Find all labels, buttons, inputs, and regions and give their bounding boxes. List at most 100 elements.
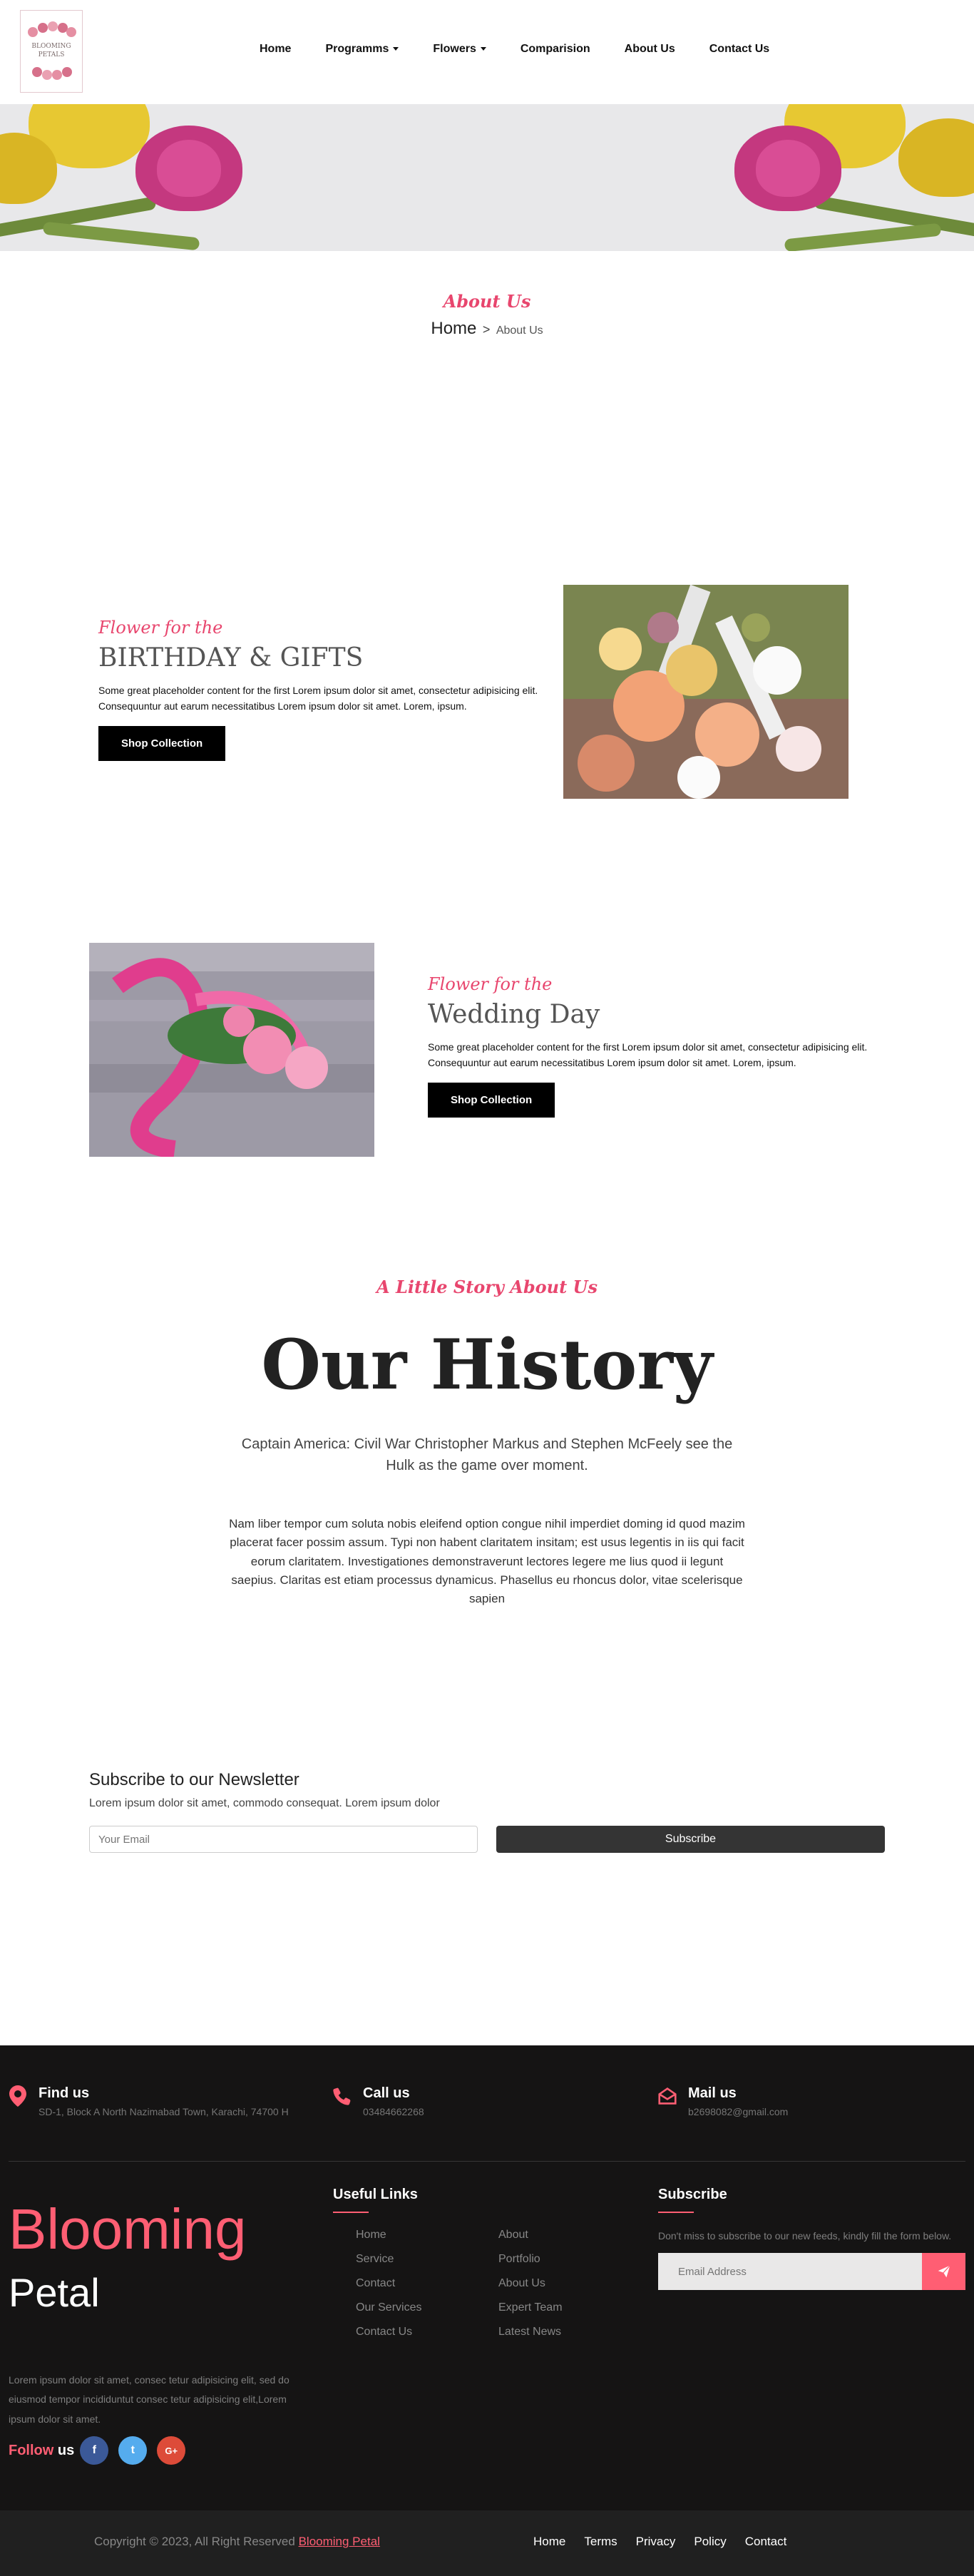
nav-programms-dropdown[interactable]: Programms bbox=[325, 43, 399, 56]
nav-flowers-label: Flowers bbox=[433, 43, 476, 55]
history-section: A Little Story About Us Our History Capt… bbox=[0, 1107, 974, 1770]
feature-body: Some great placeholder content for the f… bbox=[428, 1041, 868, 1069]
contact-title: Call us bbox=[363, 2085, 410, 2101]
about-heading: About Us Home > About Us bbox=[0, 251, 974, 394]
history-lead: Captain America: Civil War Christopher M… bbox=[241, 1436, 733, 1473]
feature-wedding-text: Flower for the Wedding Day Some great pl… bbox=[428, 974, 884, 1118]
shop-collection-button[interactable]: Shop Collection bbox=[428, 1082, 555, 1118]
newsletter-subscribe-button[interactable]: Subscribe bbox=[496, 1826, 885, 1853]
subscribe-text: Don't miss to subscribe to our new feeds… bbox=[658, 2230, 952, 2242]
contact-title: Find us bbox=[39, 2085, 90, 2101]
footer-brand-line1: Blooming bbox=[9, 2197, 247, 2261]
nav-comparision[interactable]: Comparision bbox=[521, 43, 590, 56]
useful-links-title: Useful Links bbox=[333, 2187, 418, 2202]
hero-banner bbox=[0, 104, 974, 251]
newsletter-title: Subscribe to our Newsletter bbox=[89, 1770, 299, 1789]
nav-about-label: About Us bbox=[624, 43, 675, 55]
nav-contact-us[interactable]: Contact Us bbox=[709, 43, 769, 56]
footer-link-contact-us[interactable]: Contact Us bbox=[356, 2326, 498, 2339]
footer-divider bbox=[9, 2161, 965, 2162]
newsletter-form: Subscribe bbox=[89, 1826, 885, 1853]
feature-title: BIRTHDAY & GIFTS bbox=[98, 643, 364, 673]
nav-programms-label: Programms bbox=[325, 43, 389, 55]
footer-link-latest-news[interactable]: Latest News bbox=[498, 2326, 641, 2339]
feature-birthday: Flower for the BIRTHDAY & GIFTS Some gre… bbox=[0, 394, 974, 799]
caret-down-icon bbox=[480, 47, 486, 51]
map-marker-icon bbox=[9, 2085, 26, 2107]
nav-flowers-dropdown[interactable]: Flowers bbox=[433, 43, 486, 56]
main-nav: Home Programms Flowers Comparision About… bbox=[260, 43, 804, 56]
floral-wreath-bottom-icon bbox=[26, 60, 76, 81]
nav-comparision-label: Comparision bbox=[520, 43, 590, 55]
footer-link-expert-team[interactable]: Expert Team bbox=[498, 2301, 641, 2314]
breadcrumb: Home > About Us bbox=[0, 319, 974, 339]
navbar: BLOOMING PETALS Home Programms Flowers C… bbox=[0, 0, 974, 104]
copyright-bar: Copyright © 2023, All Right Reserved Blo… bbox=[0, 2510, 974, 2576]
floral-wreath-icon bbox=[26, 21, 76, 43]
footer-link-about[interactable]: About bbox=[498, 2229, 641, 2242]
newsletter-section: Subscribe to our Newsletter Lorem ipsum … bbox=[0, 1770, 974, 2045]
breadcrumb-separator: > bbox=[482, 322, 491, 337]
footer-subscribe: Subscribe Don't miss to subscribe to our… bbox=[658, 2187, 965, 2290]
contact-text: 03484662268 bbox=[363, 2106, 424, 2117]
footer-link-our-services[interactable]: Our Services bbox=[356, 2301, 498, 2314]
footer-link-about-us[interactable]: About Us bbox=[498, 2277, 641, 2290]
title-underline bbox=[333, 2212, 369, 2213]
caret-down-icon bbox=[393, 47, 399, 51]
bottom-link-privacy[interactable]: Privacy bbox=[636, 2535, 676, 2549]
bottom-link-home[interactable]: Home bbox=[533, 2535, 565, 2549]
footer-link-contact[interactable]: Contact bbox=[356, 2277, 498, 2290]
logo[interactable]: BLOOMING PETALS bbox=[20, 10, 83, 93]
copyright-label: Copyright © 2023, All Right Reserved bbox=[94, 2535, 295, 2548]
facebook-icon[interactable]: f bbox=[80, 2436, 109, 2465]
footer-brand-line2: Petal bbox=[9, 2270, 100, 2315]
subscribe-email-input[interactable] bbox=[658, 2253, 922, 2290]
footer-link-service[interactable]: Service bbox=[356, 2253, 498, 2266]
feature-subtitle: Flower for the bbox=[98, 618, 223, 638]
footer-contact-call: Call us 03484662268 bbox=[333, 2085, 424, 2117]
feature-subtitle: Flower for the bbox=[428, 974, 553, 994]
paper-plane-icon bbox=[938, 2265, 950, 2278]
newsletter-subtitle: Lorem ipsum dolor sit amet, commodo cons… bbox=[89, 1797, 440, 1809]
envelope-open-icon bbox=[658, 2087, 677, 2105]
footer-description: Lorem ipsum dolor sit amet, consec tetur… bbox=[9, 2374, 289, 2425]
nav-about-us[interactable]: About Us bbox=[625, 43, 675, 56]
copyright-text: Copyright © 2023, All Right Reserved Blo… bbox=[94, 2535, 380, 2549]
nav-home-label: Home bbox=[260, 43, 292, 55]
twitter-icon[interactable]: t bbox=[118, 2436, 148, 2465]
phone-icon bbox=[333, 2087, 351, 2105]
logo-text-1: BLOOMING bbox=[31, 43, 71, 51]
copyright-brand-link[interactable]: Blooming Petal bbox=[299, 2535, 380, 2548]
useful-links: Useful Links Home About Service Portfoli… bbox=[333, 2187, 632, 2339]
about-title: About Us bbox=[443, 291, 531, 312]
subscribe-title: Subscribe bbox=[658, 2187, 727, 2202]
history-subtitle: A Little Story About Us bbox=[376, 1277, 598, 1297]
footer-link-portfolio[interactable]: Portfolio bbox=[498, 2253, 641, 2266]
nav-contact-label: Contact Us bbox=[709, 43, 770, 55]
feature-wedding: Flower for the Wedding Day Some great pl… bbox=[0, 750, 974, 1157]
logo-text-2: PETALS bbox=[38, 51, 65, 58]
footer-contact-find: Find us SD-1, Block A North Nazimabad To… bbox=[9, 2085, 289, 2117]
bottom-link-policy[interactable]: Policy bbox=[694, 2535, 726, 2549]
footer: Find us SD-1, Block A North Nazimabad To… bbox=[0, 2045, 974, 2510]
breadcrumb-current: About Us bbox=[496, 324, 543, 337]
feature-birthday-text: Flower for the BIRTHDAY & GIFTS Some gre… bbox=[98, 618, 555, 761]
nav-home[interactable]: Home bbox=[260, 43, 291, 56]
bottom-link-terms[interactable]: Terms bbox=[584, 2535, 617, 2549]
contact-title: Mail us bbox=[688, 2085, 737, 2101]
contact-text: b2698082@gmail.com bbox=[688, 2106, 789, 2117]
newsletter-email-input[interactable] bbox=[89, 1826, 478, 1853]
bottom-links: Home Terms Privacy Policy Contact bbox=[533, 2535, 805, 2549]
bottom-link-contact[interactable]: Contact bbox=[745, 2535, 787, 2549]
google-plus-icon[interactable]: G+ bbox=[157, 2436, 186, 2465]
subscribe-send-button[interactable] bbox=[922, 2253, 965, 2290]
feature-body: Some great placeholder content for the f… bbox=[98, 685, 538, 712]
follow-us: Follow us f t G+ bbox=[9, 2436, 195, 2465]
useful-links-grid: Home About Service Portfolio Contact Abo… bbox=[356, 2229, 632, 2339]
breadcrumb-home-link[interactable]: Home bbox=[431, 319, 476, 338]
feature-title: Wedding Day bbox=[428, 1000, 600, 1029]
footer-link-home[interactable]: Home bbox=[356, 2229, 498, 2242]
history-title: Our History bbox=[261, 1324, 713, 1405]
footer-contact-mail: Mail us b2698082@gmail.com bbox=[658, 2085, 788, 2117]
footer-contact-row: Find us SD-1, Block A North Nazimabad To… bbox=[0, 2045, 974, 2148]
